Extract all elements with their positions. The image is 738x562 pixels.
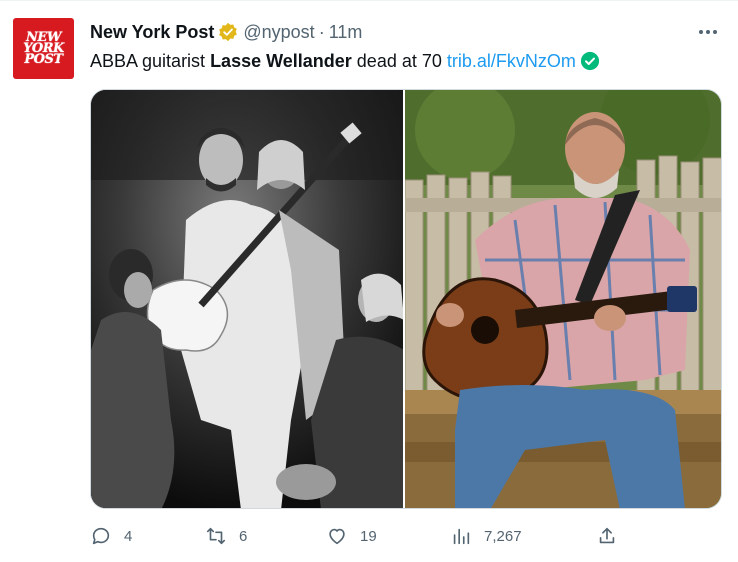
views-button[interactable]: 7,267 [450, 525, 522, 547]
avatar[interactable]: NEW YORK POST [13, 18, 74, 79]
more-dot [713, 30, 717, 34]
like-count: 19 [360, 527, 377, 545]
heart-icon [329, 528, 345, 545]
tweet-text: ABBA guitarist Lasse Wellander dead at 7… [90, 49, 600, 73]
more-dot [706, 30, 710, 34]
share-button[interactable] [596, 525, 618, 547]
reply-count: 4 [124, 527, 133, 545]
display-name[interactable]: New York Post [90, 21, 214, 43]
verified-gold-icon [219, 22, 238, 42]
tweet-header: New York Post @nypost · 11m [90, 21, 362, 43]
retweet-button[interactable]: 6 [205, 525, 247, 547]
more-horizontal-icon [699, 30, 703, 34]
tweet-media[interactable] [90, 89, 722, 509]
photo-stage-bw[interactable] [91, 90, 403, 508]
reply-button[interactable]: 4 [90, 525, 132, 547]
handle[interactable]: @nypost [243, 21, 314, 43]
views-count: 7,267 [484, 527, 522, 545]
tweet-text-bold: Lasse Wellander [210, 51, 352, 71]
photo-guitarist-color[interactable] [405, 90, 721, 508]
tweet-card[interactable]: NEW YORK POST New York Post @nypost · 11… [0, 0, 738, 562]
tweet-link[interactable]: trib.al/FkvNzOm [447, 51, 576, 71]
avatar-text-post: POST [24, 52, 63, 67]
timestamp[interactable]: 11m [329, 21, 363, 43]
guitarist-photo-illustration [405, 90, 721, 508]
reply-icon [92, 527, 110, 545]
like-button[interactable]: 19 [326, 525, 377, 547]
retweet-count: 6 [239, 527, 248, 545]
more-options-button[interactable] [696, 21, 720, 43]
share-icon [599, 527, 615, 544]
stage-photo-illustration [91, 90, 403, 508]
views-chart-icon [453, 528, 470, 545]
check-circle-icon [580, 51, 599, 71]
separator-dot: · [318, 22, 325, 42]
tweet-text-part2: dead at 70 [351, 51, 447, 71]
tweet-actions: 4 6 19 7,267 [90, 525, 630, 551]
retweet-icon [206, 527, 226, 545]
tweet-text-part1: ABBA guitarist [90, 51, 211, 71]
